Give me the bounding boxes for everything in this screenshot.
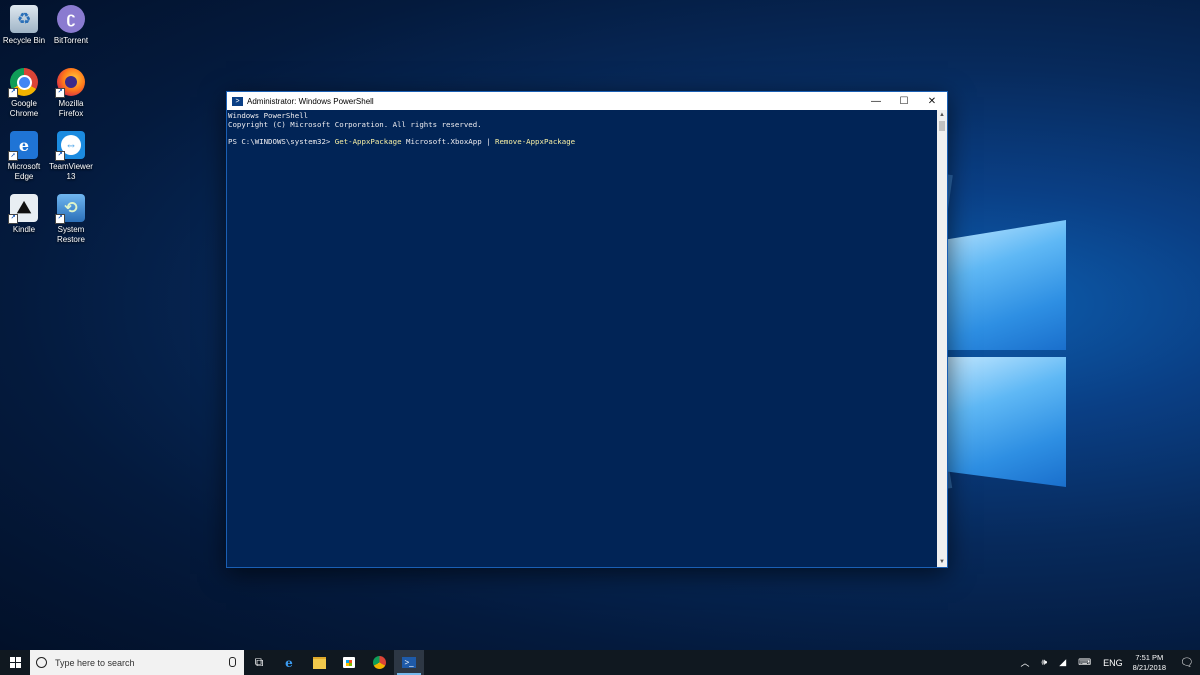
- desktop-icon-teamviewer[interactable]: ⇔ ↗ TeamViewer 13: [48, 131, 94, 181]
- taskbar: Type here to search ⧉ e >_ ︿ 🕪 ◢ ⌨ ENG 7…: [0, 650, 1200, 675]
- close-button[interactable]: ✕: [918, 92, 946, 110]
- desktop-icon-label: Mozilla Firefox: [58, 99, 84, 118]
- edge-icon: e ↗: [8, 131, 38, 161]
- powershell-icon[interactable]: >_: [394, 650, 424, 675]
- bittorrent-icon: ʗ: [57, 5, 85, 33]
- desktop-icon-label: TeamViewer 13: [49, 162, 93, 181]
- chrome-icon: ↗: [8, 68, 38, 98]
- window-title: Administrator: Windows PowerShell: [247, 96, 374, 106]
- cortana-icon: [36, 657, 47, 668]
- desktop-icon-bittorrent[interactable]: ʗ BitTorrent: [48, 5, 94, 46]
- console-prompt: PS C:\WINDOWS\system32>: [228, 137, 335, 147]
- desktop-icon-mozilla-firefox[interactable]: ↗ Mozilla Firefox: [48, 68, 94, 118]
- start-button[interactable]: [0, 650, 30, 675]
- kindle-icon: ⛰ ↗: [8, 194, 38, 224]
- console-argument: Microsoft.XboxApp |: [401, 137, 495, 147]
- recycle-bin-icon: ♻: [10, 5, 38, 33]
- desktop-icon-label: Google Chrome: [9, 99, 39, 118]
- desktop-icon-label: Recycle Bin: [2, 36, 46, 45]
- vertical-scrollbar[interactable]: ▲ ▼: [937, 110, 947, 567]
- edge-icon[interactable]: e: [274, 650, 304, 675]
- network-icon[interactable]: ◢: [1059, 657, 1066, 668]
- desktop-icon-microsoft-edge[interactable]: e ↗ Microsoft Edge: [1, 131, 47, 181]
- desktop-icon-google-chrome[interactable]: ↗ Google Chrome: [1, 68, 47, 118]
- desktop-icon-recycle-bin[interactable]: ♻ Recycle Bin: [1, 5, 47, 46]
- firefox-icon: ↗: [55, 68, 85, 98]
- desktop-icon-label: Kindle: [12, 225, 36, 234]
- system-restore-icon: ⟲ ↗: [55, 194, 85, 224]
- desktop-icon-label: System Restore: [56, 225, 85, 244]
- scroll-down-arrow-icon[interactable]: ▼: [937, 557, 947, 567]
- volume-icon[interactable]: 🕪: [1042, 657, 1048, 668]
- desktop-icon-kindle[interactable]: ⛰ ↗ Kindle: [1, 194, 47, 235]
- teamviewer-icon: ⇔ ↗: [55, 131, 85, 161]
- file-explorer-icon[interactable]: [304, 650, 334, 675]
- input-language[interactable]: ENG: [1103, 658, 1123, 668]
- search-placeholder: Type here to search: [55, 657, 135, 668]
- console-line: Copyright (C) Microsoft Corporation. All…: [228, 119, 482, 129]
- store-icon[interactable]: [334, 650, 364, 675]
- minimize-button[interactable]: —: [862, 92, 890, 110]
- action-center-icon[interactable]: 🗨: [1174, 650, 1200, 675]
- clock[interactable]: 7:51 PM 8/21/2018: [1133, 653, 1166, 673]
- windows-logo-wallpaper: [946, 212, 1071, 497]
- show-hidden-icons-chevron-up-icon[interactable]: ︿: [1021, 656, 1030, 669]
- scroll-up-arrow-icon[interactable]: ▲: [937, 110, 947, 120]
- console-command-line: PS C:\WINDOWS\system32> Get-AppxPackage …: [228, 137, 936, 147]
- keyboard-icon[interactable]: ⌨: [1078, 657, 1091, 668]
- scroll-thumb[interactable]: [939, 121, 945, 131]
- desktop-icon-label: Microsoft Edge: [7, 162, 41, 181]
- desktop-icon-label: BitTorrent: [53, 36, 89, 45]
- maximize-button[interactable]: ☐: [890, 92, 918, 110]
- taskbar-search-box[interactable]: Type here to search: [30, 650, 244, 675]
- windows-start-icon: [9, 657, 21, 668]
- powershell-icon: >: [232, 96, 243, 106]
- clock-time: 7:51 PM: [1135, 652, 1164, 662]
- clock-date: 8/21/2018: [1132, 662, 1166, 672]
- task-view-icon[interactable]: ⧉: [244, 650, 274, 675]
- console-output[interactable]: Windows PowerShell Copyright (C) Microsof…: [227, 110, 937, 567]
- powershell-window[interactable]: > Administrator: Windows PowerShell — ☐ …: [226, 91, 948, 568]
- chrome-icon[interactable]: [364, 650, 394, 675]
- title-bar[interactable]: > Administrator: Windows PowerShell — ☐ …: [227, 92, 947, 110]
- system-tray: ︿ 🕪 ◢ ⌨ ENG 7:51 PM 8/21/2018 🗨: [1015, 650, 1200, 675]
- cmdlet-get-appxpackage: Get-AppxPackage: [334, 137, 402, 147]
- cmdlet-remove-appxpackage: Remove-AppxPackage: [495, 137, 576, 147]
- microphone-icon[interactable]: [229, 657, 236, 667]
- desktop-icon-system-restore[interactable]: ⟲ ↗ System Restore: [48, 194, 94, 244]
